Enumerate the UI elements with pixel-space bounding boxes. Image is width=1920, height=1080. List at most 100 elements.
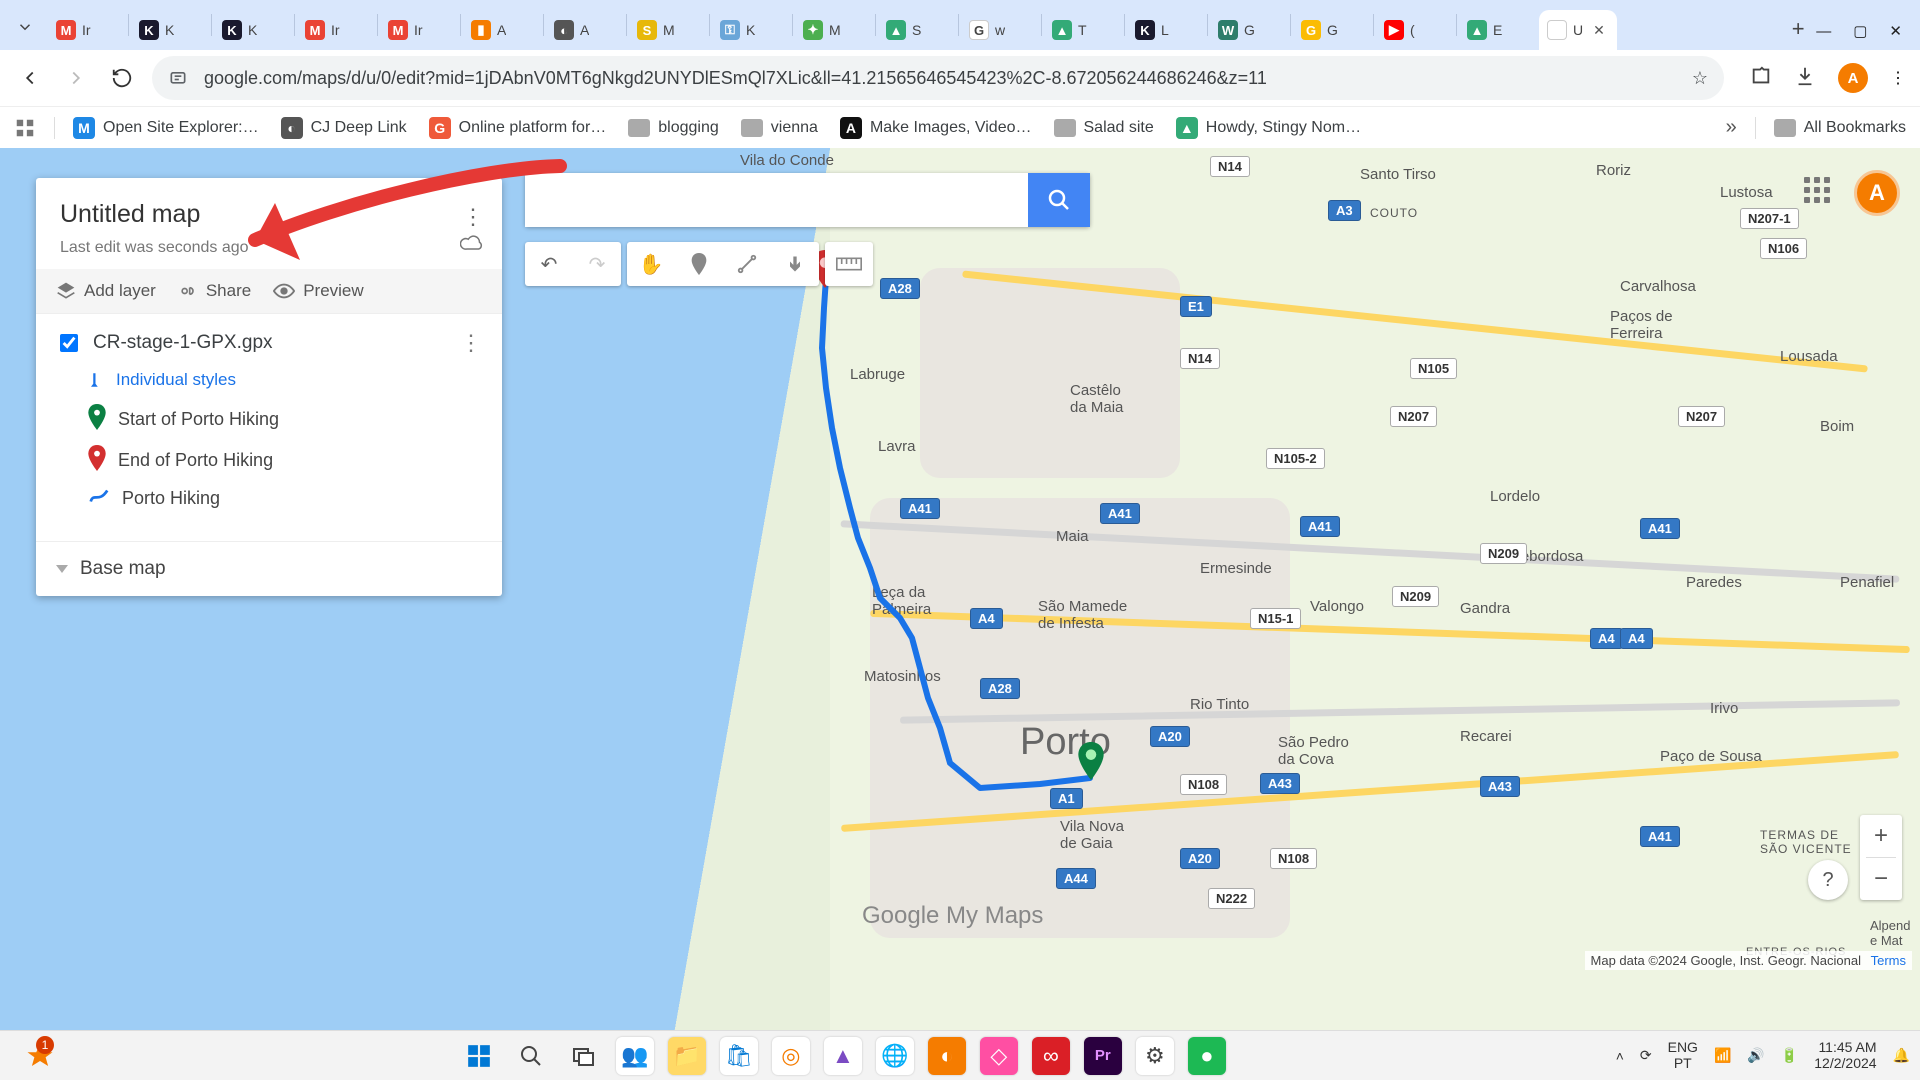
taskbar-settings[interactable]: ⚙ bbox=[1136, 1037, 1174, 1075]
new-tab-button[interactable]: + bbox=[1780, 11, 1816, 47]
back-button[interactable] bbox=[14, 62, 46, 94]
downloads-icon[interactable] bbox=[1794, 65, 1816, 92]
layer-item[interactable]: Start of Porto Hiking bbox=[88, 404, 482, 435]
google-apps-icon[interactable] bbox=[1804, 177, 1836, 209]
bookmark-item[interactable]: AMake Images, Video… bbox=[840, 117, 1032, 139]
layer-item[interactable]: End of Porto Hiking bbox=[88, 445, 482, 476]
basemap-row[interactable]: Base map bbox=[36, 541, 502, 596]
taskbar-app-pink[interactable]: ◇ bbox=[980, 1037, 1018, 1075]
bookmark-star-icon[interactable]: ☆ bbox=[1692, 68, 1708, 89]
reload-button[interactable] bbox=[106, 62, 138, 94]
battery-icon[interactable]: 🔋 bbox=[1781, 1047, 1798, 1064]
add-layer-button[interactable]: Add layer bbox=[56, 281, 156, 301]
minimize-button[interactable]: ― bbox=[1816, 23, 1831, 40]
url-text: google.com/maps/d/u/0/edit?mid=1jDAbnV0M… bbox=[204, 68, 1267, 89]
bookmark-item[interactable]: blogging bbox=[628, 119, 719, 137]
site-info-icon[interactable] bbox=[168, 67, 190, 89]
browser-tab[interactable]: ▲T bbox=[1044, 10, 1122, 50]
tabs-dropdown-button[interactable] bbox=[8, 10, 42, 44]
browser-tab[interactable]: WG bbox=[1210, 10, 1288, 50]
taskbar-creative-cloud[interactable]: ∞ bbox=[1032, 1037, 1070, 1075]
google-account-avatar[interactable]: A bbox=[1854, 170, 1900, 216]
panel-menu-icon[interactable]: ⋮ bbox=[462, 204, 484, 230]
forward-button[interactable] bbox=[60, 62, 92, 94]
chrome-menu-icon[interactable]: ⋮ bbox=[1890, 68, 1906, 88]
draw-line-tool[interactable] bbox=[723, 242, 771, 286]
taskbar-spotify[interactable]: ● bbox=[1188, 1037, 1226, 1075]
layer-menu-icon[interactable]: ⋮ bbox=[460, 330, 482, 356]
taskbar-store[interactable]: 🛍 bbox=[720, 1037, 758, 1075]
browser-tab[interactable]: ▲S bbox=[878, 10, 956, 50]
taskbar-search[interactable] bbox=[512, 1037, 550, 1075]
directions-tool[interactable] bbox=[771, 242, 819, 286]
add-marker-tool[interactable] bbox=[675, 242, 723, 286]
taskbar-chrome[interactable]: 🌐 bbox=[876, 1037, 914, 1075]
taskbar-clock[interactable]: 11:45 AM12/2/2024 bbox=[1814, 1040, 1876, 1071]
browser-tab[interactable]: MIr bbox=[297, 10, 375, 50]
wifi-icon[interactable]: 📶 bbox=[1714, 1047, 1731, 1064]
start-button[interactable] bbox=[460, 1037, 498, 1075]
browser-tab[interactable]: ✦M bbox=[795, 10, 873, 50]
all-bookmarks[interactable]: All Bookmarks bbox=[1774, 119, 1906, 137]
browser-tab[interactable]: ▲E bbox=[1459, 10, 1537, 50]
browser-tab[interactable]: ◐A bbox=[546, 10, 624, 50]
terms-link[interactable]: Terms bbox=[1871, 953, 1906, 968]
layer-visibility-checkbox[interactable] bbox=[60, 334, 78, 352]
bookmarks-overflow[interactable]: » bbox=[1726, 116, 1737, 139]
map-search-input[interactable] bbox=[525, 173, 1028, 227]
bookmark-item[interactable]: GOnline platform for… bbox=[429, 117, 607, 139]
taskbar-app-orange[interactable]: ◎ bbox=[772, 1037, 810, 1075]
browser-tab[interactable]: ⚿K bbox=[712, 10, 790, 50]
notifications-icon[interactable]: 🔔 bbox=[1893, 1047, 1910, 1064]
browser-tab[interactable]: Gw bbox=[961, 10, 1039, 50]
browser-tab[interactable]: ▮A bbox=[463, 10, 541, 50]
taskbar-app-orange2[interactable]: ◐ bbox=[928, 1037, 966, 1075]
browser-tab[interactable]: MIr bbox=[380, 10, 458, 50]
taskbar-notification-icon[interactable]: 1 bbox=[10, 1036, 70, 1076]
profile-avatar[interactable]: A bbox=[1838, 63, 1868, 93]
browser-tab[interactable]: KK bbox=[214, 10, 292, 50]
taskbar-explorer[interactable]: 📁 bbox=[668, 1037, 706, 1075]
individual-styles-link[interactable]: Individual styles bbox=[88, 370, 482, 390]
address-bar[interactable]: google.com/maps/d/u/0/edit?mid=1jDAbnV0M… bbox=[152, 56, 1724, 100]
taskbar-teams[interactable]: 👥 bbox=[616, 1037, 654, 1075]
measure-tool[interactable] bbox=[825, 242, 873, 286]
bookmark-item[interactable]: ▲Howdy, Stingy Nom… bbox=[1176, 117, 1361, 139]
share-button[interactable]: Share bbox=[178, 281, 251, 301]
browser-tab[interactable]: U✕ bbox=[1539, 10, 1617, 50]
language-switcher[interactable]: ENGPT bbox=[1668, 1040, 1698, 1071]
tray-chevron-icon[interactable]: ˄ bbox=[1616, 1048, 1624, 1064]
browser-tab[interactable]: KL bbox=[1127, 10, 1205, 50]
bookmark-item[interactable]: MOpen Site Explorer:… bbox=[73, 117, 259, 139]
close-window-button[interactable]: ✕ bbox=[1889, 22, 1902, 40]
redo-button[interactable]: ↷ bbox=[573, 242, 621, 286]
taskbar-premiere[interactable]: Pr bbox=[1084, 1037, 1122, 1075]
preview-button[interactable]: Preview bbox=[273, 281, 363, 301]
browser-tab[interactable]: KK bbox=[131, 10, 209, 50]
browser-tab[interactable]: MIr bbox=[48, 10, 126, 50]
tray-onedrive-icon[interactable]: ⟳ bbox=[1640, 1047, 1652, 1064]
zoom-in-button[interactable]: + bbox=[1860, 815, 1902, 857]
browser-tab[interactable]: GG bbox=[1293, 10, 1371, 50]
taskbar-app-purple[interactable]: ▲ bbox=[824, 1037, 862, 1075]
pan-tool[interactable]: ✋ bbox=[627, 242, 675, 286]
map-search-button[interactable] bbox=[1028, 173, 1090, 227]
apps-shortcut[interactable] bbox=[14, 117, 36, 139]
start-marker[interactable] bbox=[1078, 742, 1104, 780]
map-title[interactable]: Untitled map bbox=[60, 200, 478, 229]
undo-button[interactable]: ↶ bbox=[525, 242, 573, 286]
help-button[interactable]: ? bbox=[1808, 860, 1848, 900]
close-tab-icon[interactable]: ✕ bbox=[1593, 22, 1605, 39]
maximize-button[interactable]: ▢ bbox=[1853, 22, 1867, 40]
layer-name[interactable]: CR-stage-1-GPX.gpx bbox=[93, 332, 273, 354]
extensions-icon[interactable] bbox=[1750, 65, 1772, 92]
layer-item[interactable]: Porto Hiking bbox=[88, 486, 482, 511]
bookmark-item[interactable]: Salad site bbox=[1054, 119, 1154, 137]
bookmark-item[interactable]: ◐CJ Deep Link bbox=[281, 117, 407, 139]
browser-tab[interactable]: SM bbox=[629, 10, 707, 50]
bookmark-item[interactable]: vienna bbox=[741, 119, 818, 137]
browser-tab[interactable]: ▶( bbox=[1376, 10, 1454, 50]
task-view[interactable] bbox=[564, 1037, 602, 1075]
zoom-out-button[interactable]: − bbox=[1860, 858, 1902, 900]
volume-icon[interactable]: 🔊 bbox=[1747, 1047, 1764, 1064]
